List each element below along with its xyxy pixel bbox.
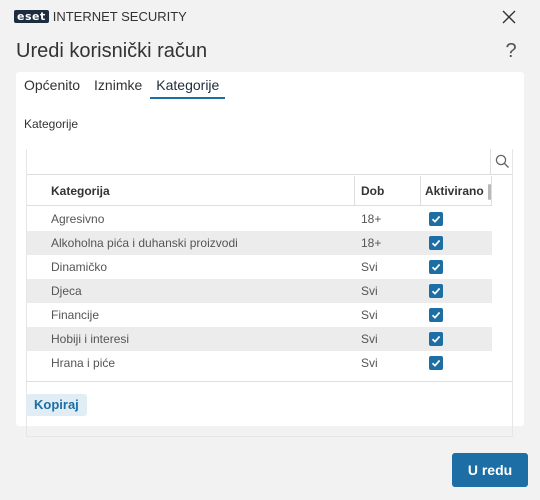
ok-button[interactable]: U redu bbox=[452, 453, 528, 487]
table-row[interactable]: Financije Svi bbox=[27, 303, 492, 327]
checkmark-icon bbox=[431, 263, 441, 271]
cell-activated bbox=[421, 255, 492, 279]
activated-checkbox[interactable] bbox=[429, 332, 443, 346]
cell-activated bbox=[421, 231, 492, 255]
cell-activated bbox=[421, 303, 492, 327]
categories-table: Kategorija Dob Aktivirano Agresivno 18+ … bbox=[26, 149, 513, 437]
help-button[interactable]: ? bbox=[502, 40, 520, 63]
cell-age: 18+ bbox=[361, 236, 382, 250]
search-input[interactable] bbox=[27, 149, 489, 174]
search-icon bbox=[495, 154, 509, 168]
tab-categories[interactable]: Kategorije bbox=[150, 77, 226, 99]
title-bar: eset INTERNET SECURITY bbox=[0, 0, 540, 34]
table-row[interactable]: Djeca Svi bbox=[27, 279, 492, 303]
cell-category: Hobiji i interesi bbox=[51, 332, 130, 346]
table-row[interactable]: Hrana i piće Svi bbox=[27, 351, 492, 375]
tab-exceptions[interactable]: Iznimke bbox=[94, 77, 142, 99]
checkmark-icon bbox=[431, 335, 441, 343]
cell-activated bbox=[421, 279, 492, 303]
activated-checkbox[interactable] bbox=[429, 356, 443, 370]
cell-activated bbox=[421, 351, 492, 375]
tab-bar: Općenito Iznimke Kategorije bbox=[24, 77, 239, 99]
content-panel: Općenito Iznimke Kategorije Kategorije K… bbox=[16, 72, 524, 437]
cell-category: Financije bbox=[51, 308, 100, 322]
app-name: INTERNET SECURITY bbox=[52, 9, 187, 24]
cell-category: Agresivno bbox=[51, 212, 105, 226]
cell-age: Svi bbox=[361, 332, 378, 346]
cell-age: Svi bbox=[361, 308, 378, 322]
checkmark-icon bbox=[431, 287, 441, 295]
checkmark-icon bbox=[431, 359, 441, 367]
table-header: Kategorija Dob Aktivirano bbox=[27, 176, 492, 206]
column-header-activated[interactable]: Aktivirano bbox=[421, 176, 492, 206]
cell-activated bbox=[421, 327, 492, 351]
divider bbox=[26, 381, 512, 382]
activated-checkbox[interactable] bbox=[429, 284, 443, 298]
checkmark-icon bbox=[431, 311, 441, 319]
copy-button[interactable]: Kopiraj bbox=[26, 394, 87, 416]
checkmark-icon bbox=[431, 215, 441, 223]
activated-checkbox[interactable] bbox=[429, 212, 443, 226]
table-row[interactable]: Agresivno 18+ bbox=[27, 207, 492, 231]
cell-age: Svi bbox=[361, 356, 378, 370]
section-label: Kategorije bbox=[24, 117, 79, 131]
column-header-category[interactable]: Kategorija bbox=[27, 176, 355, 206]
cell-category: Alkoholna pića i duhanski proizvodi bbox=[51, 236, 238, 250]
table-row[interactable]: Hobiji i interesi Svi bbox=[27, 327, 492, 351]
activated-checkbox[interactable] bbox=[429, 260, 443, 274]
cell-activated bbox=[421, 207, 492, 231]
close-button[interactable] bbox=[496, 5, 522, 29]
search-button[interactable] bbox=[490, 149, 512, 174]
cell-age: 18+ bbox=[361, 212, 382, 226]
checkmark-icon bbox=[431, 239, 441, 247]
column-header-age[interactable]: Dob bbox=[355, 176, 421, 206]
tab-general[interactable]: Općenito bbox=[24, 77, 80, 99]
search-row bbox=[27, 149, 512, 175]
app-logo: eset INTERNET SECURITY bbox=[14, 9, 187, 24]
dialog-title: Uredi korisnički račun bbox=[16, 40, 208, 62]
cell-age: Svi bbox=[361, 260, 378, 274]
close-icon bbox=[502, 10, 516, 24]
cell-category: Dinamičko bbox=[51, 260, 108, 274]
activated-checkbox[interactable] bbox=[429, 236, 443, 250]
table-row[interactable]: Dinamičko Svi bbox=[27, 255, 492, 279]
cell-category: Djeca bbox=[51, 284, 82, 298]
activated-checkbox[interactable] bbox=[429, 308, 443, 322]
scrollbar-thumb[interactable] bbox=[488, 184, 491, 200]
table-row[interactable]: Alkoholna pića i duhanski proizvodi 18+ bbox=[27, 231, 492, 255]
cell-age: Svi bbox=[361, 284, 378, 298]
cell-category: Hrana i piće bbox=[51, 356, 116, 370]
table-body: Agresivno 18+ Alkoholna pića i duhanski … bbox=[27, 207, 492, 436]
eset-logo-mark: eset bbox=[14, 10, 49, 23]
